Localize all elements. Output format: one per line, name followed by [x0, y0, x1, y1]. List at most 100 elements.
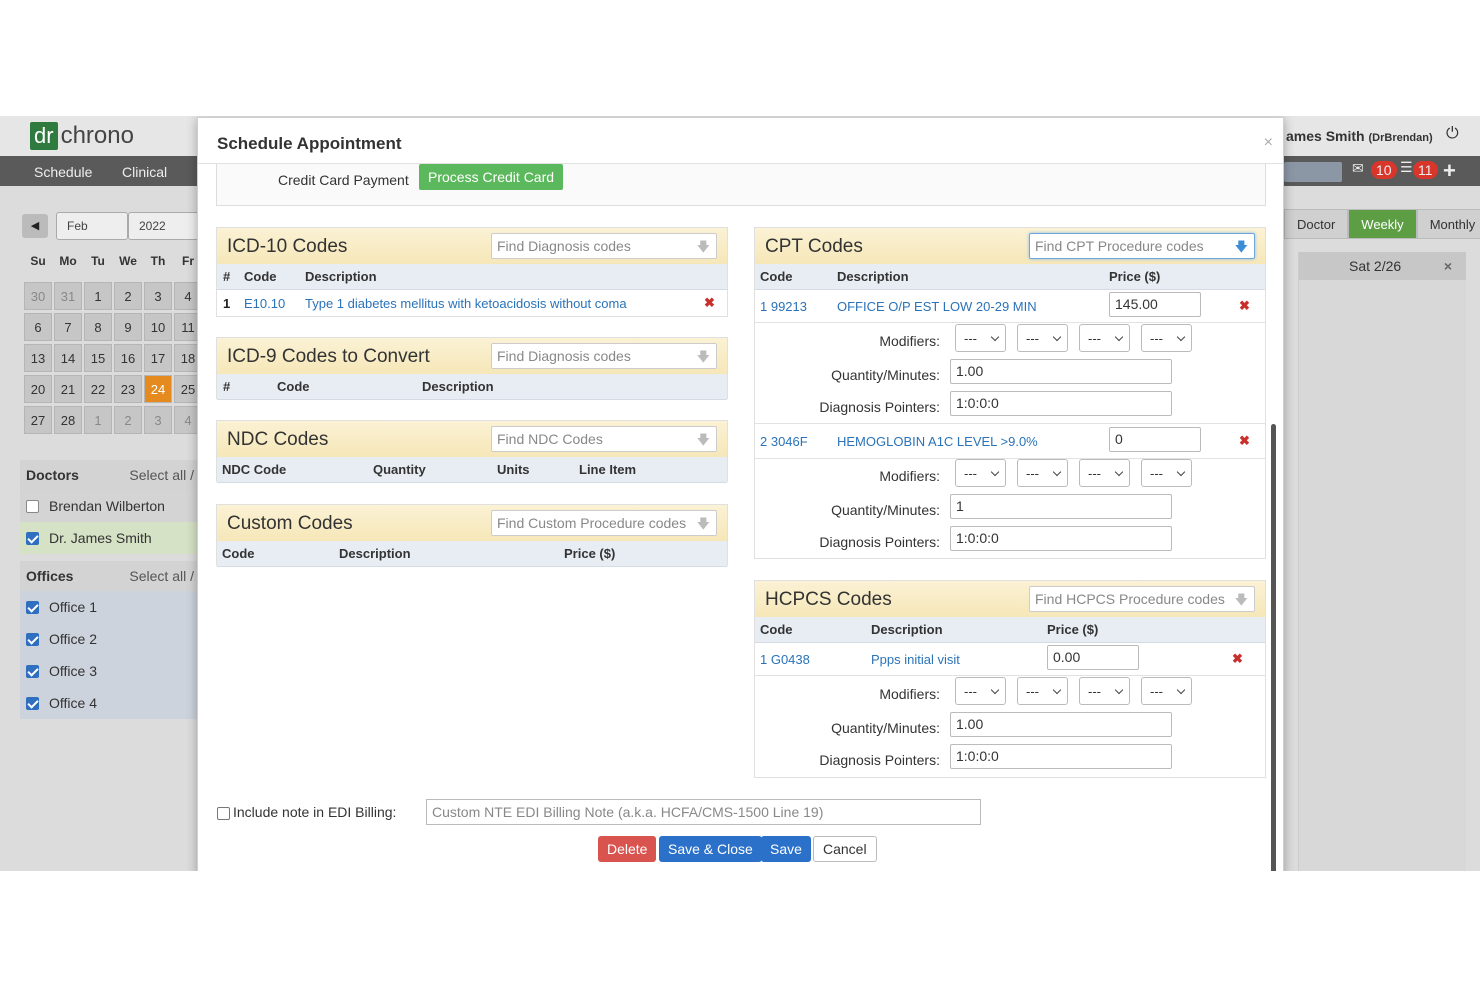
checkbox[interactable]: [26, 531, 39, 545]
remove-icon[interactable]: ✖: [1239, 298, 1250, 314]
remove-icon[interactable]: ✖: [1232, 651, 1243, 667]
quantity-input[interactable]: 1.00: [950, 712, 1172, 737]
hcpcs-search-input[interactable]: Find HCPCS Procedure codes 🡇: [1029, 586, 1255, 612]
hcpcs-description-link[interactable]: Ppps initial visit: [871, 652, 960, 667]
calendar-day[interactable]: 15: [84, 344, 112, 372]
price-input[interactable]: 0: [1109, 427, 1201, 452]
tab-weekly[interactable]: Weekly: [1348, 209, 1417, 239]
calendar-day[interactable]: 1: [84, 406, 112, 434]
modifier-select[interactable]: ---: [1141, 459, 1192, 487]
checkbox[interactable]: [26, 632, 39, 646]
checkbox[interactable]: [26, 600, 39, 614]
power-icon[interactable]: ⏻: [1446, 125, 1459, 143]
calendar-day[interactable]: 2: [114, 282, 142, 310]
doctor-item[interactable]: Brendan Wilberton: [20, 490, 198, 522]
modifier-select[interactable]: ---: [1141, 677, 1192, 705]
cpt-search-input[interactable]: Find CPT Procedure codes 🡇: [1029, 233, 1255, 259]
month-select[interactable]: Feb: [56, 212, 128, 240]
add-icon[interactable]: +: [1443, 158, 1456, 184]
edi-note-checkbox[interactable]: [217, 807, 230, 820]
calendar-day[interactable]: 10: [144, 313, 172, 341]
delete-button[interactable]: Delete: [598, 836, 657, 862]
modifier-select[interactable]: ---: [1141, 324, 1192, 352]
remove-icon[interactable]: ✖: [1239, 433, 1250, 449]
icd10-search-input[interactable]: Find Diagnosis codes 🡇: [491, 233, 717, 259]
calendar-day[interactable]: 28: [54, 406, 82, 434]
close-icon[interactable]: ×: [1444, 252, 1452, 280]
office-item[interactable]: Office 1: [20, 591, 198, 623]
modifier-select[interactable]: ---: [955, 459, 1006, 487]
calendar-day[interactable]: 6: [24, 313, 52, 341]
modifier-select[interactable]: ---: [1017, 459, 1068, 487]
modifier-select[interactable]: ---: [955, 324, 1006, 352]
quantity-input[interactable]: 1.00: [950, 359, 1172, 384]
calendar-day[interactable]: 31: [54, 282, 82, 310]
calendar-day[interactable]: 1: [84, 282, 112, 310]
modifier-select[interactable]: ---: [1017, 324, 1068, 352]
icd10-description-link[interactable]: Type 1 diabetes mellitus with ketoacidos…: [305, 296, 627, 311]
pointers-input[interactable]: 1:0:0:0: [950, 526, 1172, 551]
process-credit-card-button[interactable]: Process Credit Card: [419, 164, 564, 190]
quantity-input[interactable]: 1: [950, 494, 1172, 519]
checkbox[interactable]: [26, 499, 39, 513]
offices-select-all[interactable]: Select all /: [129, 561, 194, 591]
cpt-code-link[interactable]: 1 99213: [760, 299, 807, 314]
calendar-day[interactable]: 17: [144, 344, 172, 372]
nav-clinical[interactable]: Clinical: [122, 164, 167, 180]
calendar-day[interactable]: 22: [84, 375, 112, 403]
modifier-select[interactable]: ---: [1079, 677, 1130, 705]
cancel-button[interactable]: Cancel: [813, 836, 877, 862]
calendar-day[interactable]: 21: [54, 375, 82, 403]
calendar-day[interactable]: 7: [54, 313, 82, 341]
save-button[interactable]: Save: [761, 836, 811, 862]
user-name[interactable]: ames Smith (DrBrendan): [1286, 128, 1433, 144]
edi-note-input[interactable]: Custom NTE EDI Billing Note (a.k.a. HCFA…: [426, 799, 981, 825]
tab-doctor[interactable]: Doctor: [1284, 209, 1349, 239]
tasks-icon[interactable]: ☰: [1400, 159, 1413, 176]
calendar-day[interactable]: 16: [114, 344, 142, 372]
price-input[interactable]: 145.00: [1109, 292, 1201, 317]
mail-icon[interactable]: ✉: [1352, 160, 1364, 177]
cpt-description-link[interactable]: HEMOGLOBIN A1C LEVEL >9.0%: [837, 434, 1038, 449]
nav-schedule[interactable]: Schedule: [34, 164, 92, 180]
icd9-search-input[interactable]: Find Diagnosis codes 🡇: [491, 343, 717, 369]
calendar-day[interactable]: 2: [114, 406, 142, 434]
calendar-day[interactable]: 13: [24, 344, 52, 372]
close-icon[interactable]: ×: [1264, 134, 1273, 152]
calendar-day[interactable]: 27: [24, 406, 52, 434]
ndc-search-input[interactable]: Find NDC Codes 🡇: [491, 426, 717, 452]
calendar-day[interactable]: 3: [144, 282, 172, 310]
office-item[interactable]: Office 4: [20, 687, 198, 719]
calendar-day[interactable]: 20: [24, 375, 52, 403]
calendar-day-today[interactable]: 24: [144, 375, 172, 403]
nav-search-box[interactable]: [1284, 162, 1342, 182]
doctor-item[interactable]: Dr. James Smith: [20, 522, 198, 554]
prev-month-button[interactable]: ◀: [22, 214, 48, 238]
office-item[interactable]: Office 2: [20, 623, 198, 655]
calendar-day[interactable]: 23: [114, 375, 142, 403]
calendar-day[interactable]: 9: [114, 313, 142, 341]
price-input[interactable]: 0.00: [1047, 645, 1139, 670]
checkbox[interactable]: [26, 664, 39, 678]
remove-icon[interactable]: ✖: [704, 295, 715, 311]
modifier-select[interactable]: ---: [1079, 459, 1130, 487]
checkbox[interactable]: [26, 696, 39, 710]
calendar-day[interactable]: 8: [84, 313, 112, 341]
calendar-day[interactable]: 14: [54, 344, 82, 372]
drchrono-logo[interactable]: dr chrono: [30, 122, 134, 150]
modal-scrollbar[interactable]: [1271, 424, 1276, 871]
icd10-code-link[interactable]: E10.10: [244, 296, 285, 311]
modifier-select[interactable]: ---: [955, 677, 1006, 705]
pointers-input[interactable]: 1:0:0:0: [950, 391, 1172, 416]
pointers-input[interactable]: 1:0:0:0: [950, 744, 1172, 769]
cpt-description-link[interactable]: OFFICE O/P EST LOW 20-29 MIN: [837, 299, 1037, 314]
tab-monthly[interactable]: Monthly: [1416, 209, 1480, 239]
office-item[interactable]: Office 3: [20, 655, 198, 687]
hcpcs-code-link[interactable]: 1 G0438: [760, 652, 810, 667]
calendar-day[interactable]: 30: [24, 282, 52, 310]
doctors-select-all[interactable]: Select all /: [129, 460, 194, 490]
custom-search-input[interactable]: Find Custom Procedure codes 🡇: [491, 510, 717, 536]
calendar-day[interactable]: 3: [144, 406, 172, 434]
modifier-select[interactable]: ---: [1017, 677, 1068, 705]
year-select[interactable]: 2022: [128, 212, 204, 240]
